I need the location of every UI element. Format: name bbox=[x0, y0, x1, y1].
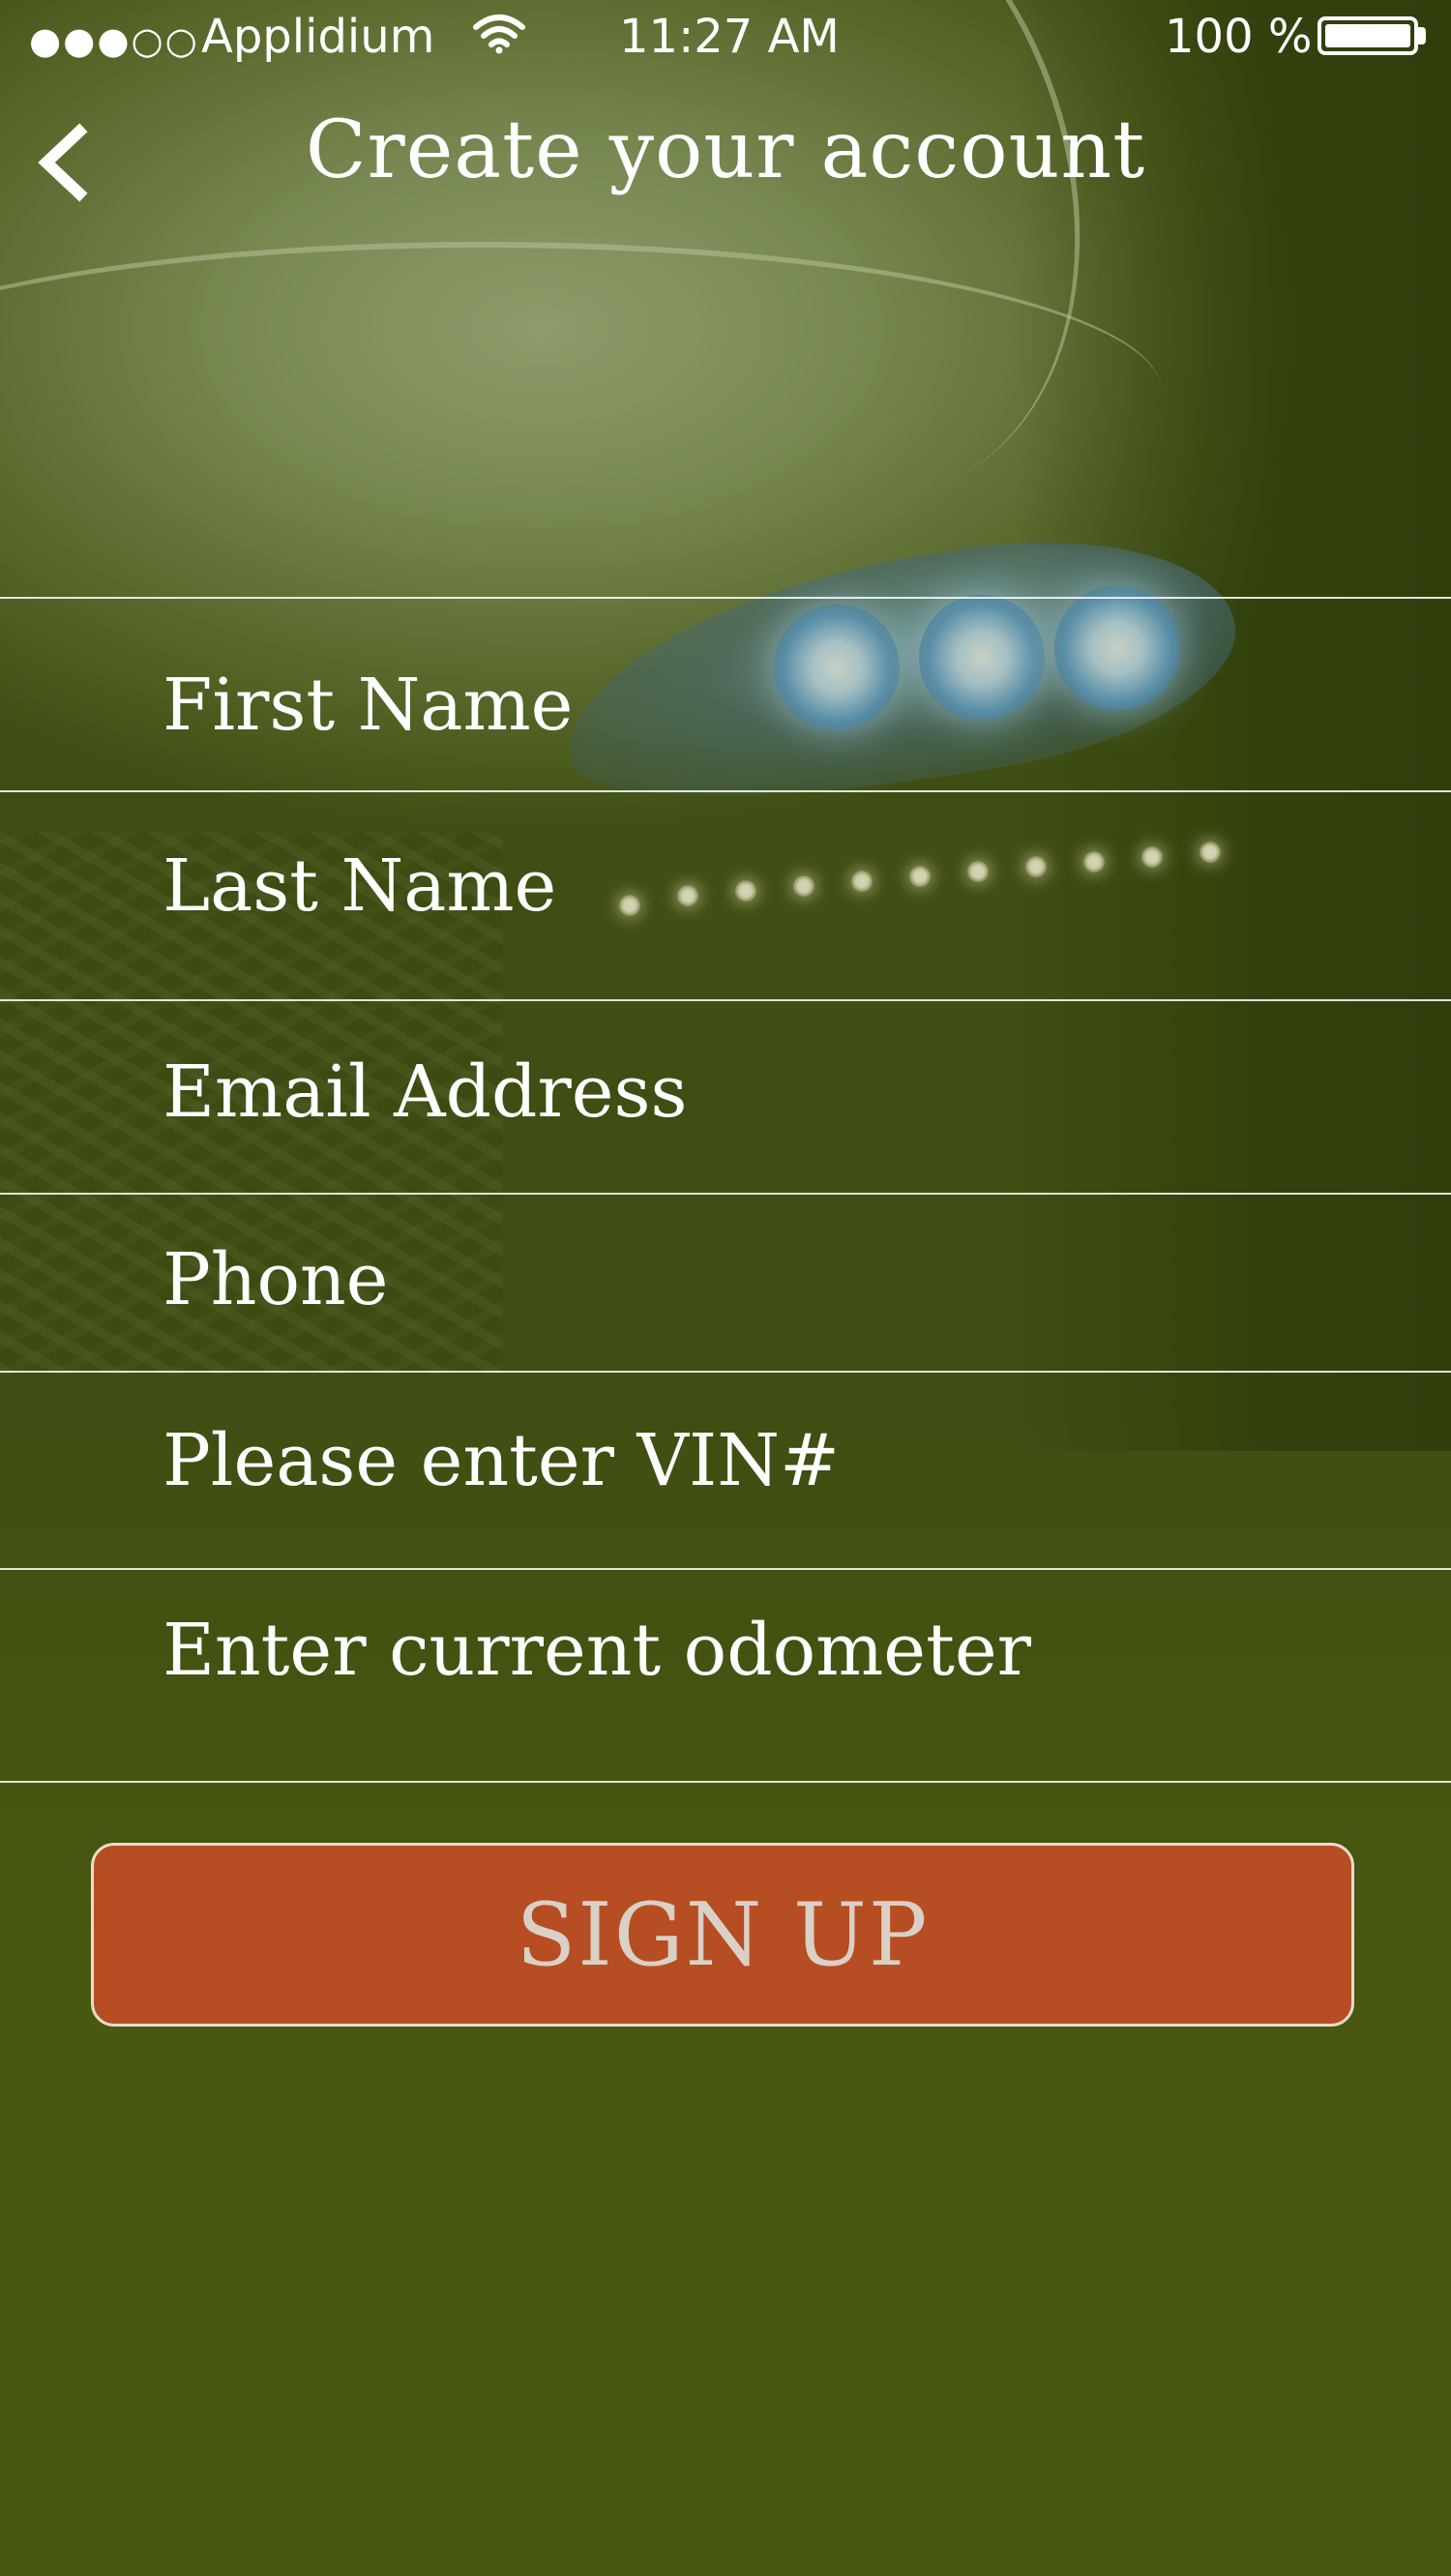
sign-up-button[interactable]: SIGN UP bbox=[91, 1843, 1354, 2027]
last-name-field[interactable] bbox=[0, 792, 1451, 999]
battery-percentage: 100 % bbox=[1165, 10, 1313, 64]
status-bar: ●●●○○ Applidium 11:27 AM 100 % bbox=[0, 0, 1451, 77]
vin-row bbox=[0, 1371, 1451, 1568]
email-address-row bbox=[0, 999, 1451, 1193]
odometer-row bbox=[0, 1568, 1451, 1783]
vin-field[interactable] bbox=[0, 1373, 1451, 1568]
battery-tip bbox=[1418, 27, 1426, 44]
status-time: 11:27 AM bbox=[619, 10, 840, 64]
signup-screen: ●●●○○ Applidium 11:27 AM 100 % Create yo… bbox=[0, 0, 1451, 2576]
carrier-name: Applidium bbox=[201, 10, 435, 64]
email-address-field[interactable] bbox=[0, 1001, 1451, 1193]
chevron-left-icon bbox=[38, 123, 88, 202]
battery-icon bbox=[1318, 16, 1418, 55]
last-name-row bbox=[0, 790, 1451, 999]
wifi-icon bbox=[472, 12, 526, 66]
back-button[interactable] bbox=[29, 114, 97, 211]
phone-row bbox=[0, 1193, 1451, 1371]
page-title: Create your account bbox=[305, 104, 1146, 196]
phone-field[interactable] bbox=[0, 1195, 1451, 1371]
signup-form bbox=[0, 597, 1451, 1783]
signal-strength-icon: ●●●○○ bbox=[29, 19, 199, 62]
odometer-field[interactable] bbox=[0, 1570, 1451, 1781]
first-name-row bbox=[0, 597, 1451, 790]
first-name-field[interactable] bbox=[0, 599, 1451, 790]
